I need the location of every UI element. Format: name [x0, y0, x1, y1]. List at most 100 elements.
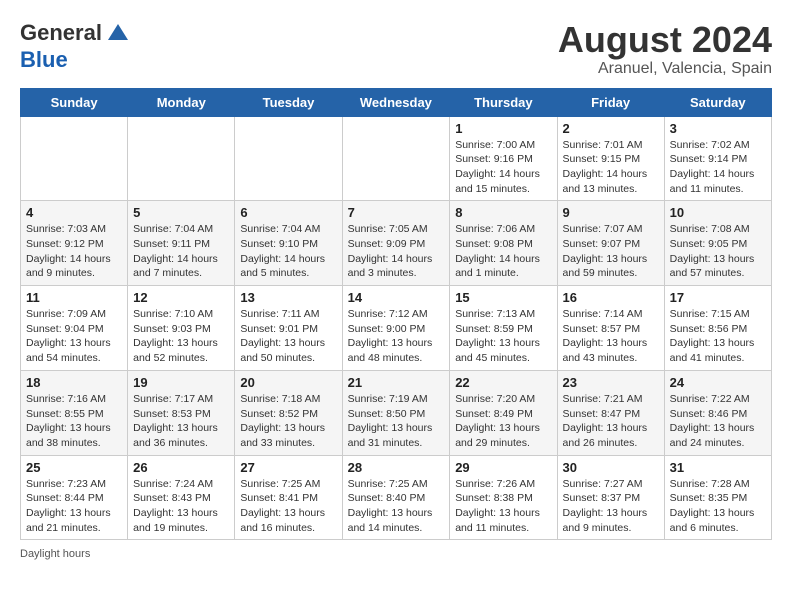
- day-number: 10: [670, 205, 766, 220]
- day-info: Sunrise: 7:07 AM Sunset: 9:07 PM Dayligh…: [563, 222, 659, 281]
- day-number: 20: [240, 375, 336, 390]
- calendar-cell: 30 Sunrise: 7:27 AM Sunset: 8:37 PM Dayli…: [557, 455, 664, 540]
- calendar-header-row: SundayMondayTuesdayWednesdayThursdayFrid…: [21, 88, 772, 116]
- day-number: 16: [563, 290, 659, 305]
- day-info: Sunrise: 7:25 AM Sunset: 8:40 PM Dayligh…: [348, 477, 445, 536]
- title-block: August 2024 Aranuel, Valencia, Spain: [558, 20, 772, 78]
- calendar-cell: 17Sunrise: 7:15 AM Sunset: 8:56 PM Dayli…: [664, 286, 771, 371]
- calendar-cell: 15Sunrise: 7:13 AM Sunset: 8:59 PM Dayli…: [450, 286, 557, 371]
- calendar-cell: 11Sunrise: 7:09 AM Sunset: 9:04 PM Dayli…: [21, 286, 128, 371]
- day-number: 14: [348, 290, 445, 305]
- day-of-week-header: Friday: [557, 88, 664, 116]
- calendar-cell: [128, 116, 235, 201]
- day-info: Sunrise: 7:02 AM Sunset: 9:14 PM Dayligh…: [670, 138, 766, 197]
- day-number: 31: [670, 460, 766, 475]
- day-info: Sunrise: 7:20 AM Sunset: 8:49 PM Dayligh…: [455, 392, 551, 451]
- day-info: Sunrise: 7:21 AM Sunset: 8:47 PM Dayligh…: [563, 392, 659, 451]
- day-number: 1: [455, 121, 551, 136]
- calendar-week-row: 4 Sunrise: 7:03 AM Sunset: 9:12 PM Daylig…: [21, 201, 772, 286]
- day-number: 11: [26, 290, 122, 305]
- calendar-cell: [21, 116, 128, 201]
- day-number: 6: [240, 205, 336, 220]
- day-number: 7: [348, 205, 445, 220]
- day-number: 28: [348, 460, 445, 475]
- calendar-cell: 10 Sunrise: 7:08 AM Sunset: 9:05 PM Dayli…: [664, 201, 771, 286]
- calendar-cell: 25Sunrise: 7:23 AM Sunset: 8:44 PM Dayli…: [21, 455, 128, 540]
- footer: Daylight hours: [20, 548, 772, 560]
- day-info: Sunrise: 7:19 AM Sunset: 8:50 PM Dayligh…: [348, 392, 445, 451]
- day-info: Sunrise: 7:10 AM Sunset: 9:03 PM Dayligh…: [133, 307, 229, 366]
- day-number: 4: [26, 205, 122, 220]
- day-number: 2: [563, 121, 659, 136]
- page-header: General Blue August 2024 Aranuel, Valenc…: [20, 20, 772, 78]
- calendar-cell: 18Sunrise: 7:16 AM Sunset: 8:55 PM Dayli…: [21, 370, 128, 455]
- day-info: Sunrise: 7:05 AM Sunset: 9:09 PM Dayligh…: [348, 222, 445, 281]
- location-subtitle: Aranuel, Valencia, Spain: [558, 60, 772, 78]
- day-number: 27: [240, 460, 336, 475]
- calendar-week-row: 1Sunrise: 7:00 AM Sunset: 9:16 PM Daylig…: [21, 116, 772, 201]
- logo: General Blue: [20, 20, 134, 72]
- day-info: Sunrise: 7:06 AM Sunset: 9:08 PM Dayligh…: [455, 222, 551, 281]
- calendar-week-row: 11Sunrise: 7:09 AM Sunset: 9:04 PM Dayli…: [21, 286, 772, 371]
- day-number: 21: [348, 375, 445, 390]
- logo-blue-text: Blue: [20, 47, 68, 72]
- day-info: Sunrise: 7:04 AM Sunset: 9:11 PM Dayligh…: [133, 222, 229, 281]
- calendar-cell: 21 Sunrise: 7:19 AM Sunset: 8:50 PM Dayli…: [342, 370, 450, 455]
- calendar-week-row: 25Sunrise: 7:23 AM Sunset: 8:44 PM Dayli…: [21, 455, 772, 540]
- calendar-cell: [342, 116, 450, 201]
- calendar-cell: 14 Sunrise: 7:12 AM Sunset: 9:00 PM Dayli…: [342, 286, 450, 371]
- calendar-cell: 3Sunrise: 7:02 AM Sunset: 9:14 PM Daylig…: [664, 116, 771, 201]
- calendar-cell: 20 Sunrise: 7:18 AM Sunset: 8:52 PM Dayli…: [235, 370, 342, 455]
- calendar-cell: 16 Sunrise: 7:14 AM Sunset: 8:57 PM Dayli…: [557, 286, 664, 371]
- calendar-cell: 22 Sunrise: 7:20 AM Sunset: 8:49 PM Dayli…: [450, 370, 557, 455]
- day-number: 13: [240, 290, 336, 305]
- day-of-week-header: Saturday: [664, 88, 771, 116]
- calendar-cell: 27 Sunrise: 7:25 AM Sunset: 8:41 PM Dayli…: [235, 455, 342, 540]
- day-number: 24: [670, 375, 766, 390]
- day-info: Sunrise: 7:01 AM Sunset: 9:15 PM Dayligh…: [563, 138, 659, 197]
- day-number: 29: [455, 460, 551, 475]
- logo-general-text: General: [20, 20, 102, 45]
- calendar-cell: 26Sunrise: 7:24 AM Sunset: 8:43 PM Dayli…: [128, 455, 235, 540]
- calendar-cell: 1Sunrise: 7:00 AM Sunset: 9:16 PM Daylig…: [450, 116, 557, 201]
- day-info: Sunrise: 7:16 AM Sunset: 8:55 PM Dayligh…: [26, 392, 122, 451]
- calendar-cell: 12 Sunrise: 7:10 AM Sunset: 9:03 PM Dayli…: [128, 286, 235, 371]
- day-info: Sunrise: 7:08 AM Sunset: 9:05 PM Dayligh…: [670, 222, 766, 281]
- calendar-cell: 31 Sunrise: 7:28 AM Sunset: 8:35 PM Dayli…: [664, 455, 771, 540]
- calendar-cell: 7 Sunrise: 7:05 AM Sunset: 9:09 PM Daylig…: [342, 201, 450, 286]
- calendar-cell: 5 Sunrise: 7:04 AM Sunset: 9:11 PM Daylig…: [128, 201, 235, 286]
- calendar-cell: [235, 116, 342, 201]
- day-number: 19: [133, 375, 229, 390]
- day-of-week-header: Thursday: [450, 88, 557, 116]
- day-info: Sunrise: 7:26 AM Sunset: 8:38 PM Dayligh…: [455, 477, 551, 536]
- calendar-cell: 29 Sunrise: 7:26 AM Sunset: 8:38 PM Dayli…: [450, 455, 557, 540]
- day-info: Sunrise: 7:23 AM Sunset: 8:44 PM Dayligh…: [26, 477, 122, 536]
- day-info: Sunrise: 7:22 AM Sunset: 8:46 PM Dayligh…: [670, 392, 766, 451]
- day-number: 8: [455, 205, 551, 220]
- day-number: 5: [133, 205, 229, 220]
- day-info: Sunrise: 7:17 AM Sunset: 8:53 PM Dayligh…: [133, 392, 229, 451]
- day-of-week-header: Wednesday: [342, 88, 450, 116]
- calendar-cell: 9 Sunrise: 7:07 AM Sunset: 9:07 PM Daylig…: [557, 201, 664, 286]
- day-info: Sunrise: 7:24 AM Sunset: 8:43 PM Dayligh…: [133, 477, 229, 536]
- calendar-cell: 19 Sunrise: 7:17 AM Sunset: 8:53 PM Dayli…: [128, 370, 235, 455]
- calendar-cell: 23Sunrise: 7:21 AM Sunset: 8:47 PM Dayli…: [557, 370, 664, 455]
- calendar-body: 1Sunrise: 7:00 AM Sunset: 9:16 PM Daylig…: [21, 116, 772, 540]
- day-number: 30: [563, 460, 659, 475]
- calendar-cell: 13 Sunrise: 7:11 AM Sunset: 9:01 PM Dayli…: [235, 286, 342, 371]
- day-info: Sunrise: 7:13 AM Sunset: 8:59 PM Dayligh…: [455, 307, 551, 366]
- day-info: Sunrise: 7:03 AM Sunset: 9:12 PM Dayligh…: [26, 222, 122, 281]
- day-info: Sunrise: 7:18 AM Sunset: 8:52 PM Dayligh…: [240, 392, 336, 451]
- day-info: Sunrise: 7:28 AM Sunset: 8:35 PM Dayligh…: [670, 477, 766, 536]
- day-info: Sunrise: 7:27 AM Sunset: 8:37 PM Dayligh…: [563, 477, 659, 536]
- day-number: 9: [563, 205, 659, 220]
- day-info: Sunrise: 7:25 AM Sunset: 8:41 PM Dayligh…: [240, 477, 336, 536]
- day-info: Sunrise: 7:14 AM Sunset: 8:57 PM Dayligh…: [563, 307, 659, 366]
- calendar-cell: 8 Sunrise: 7:06 AM Sunset: 9:08 PM Daylig…: [450, 201, 557, 286]
- day-info: Sunrise: 7:11 AM Sunset: 9:01 PM Dayligh…: [240, 307, 336, 366]
- calendar-cell: 24 Sunrise: 7:22 AM Sunset: 8:46 PM Dayli…: [664, 370, 771, 455]
- day-number: 22: [455, 375, 551, 390]
- day-info: Sunrise: 7:12 AM Sunset: 9:00 PM Dayligh…: [348, 307, 445, 366]
- day-of-week-header: Sunday: [21, 88, 128, 116]
- day-number: 12: [133, 290, 229, 305]
